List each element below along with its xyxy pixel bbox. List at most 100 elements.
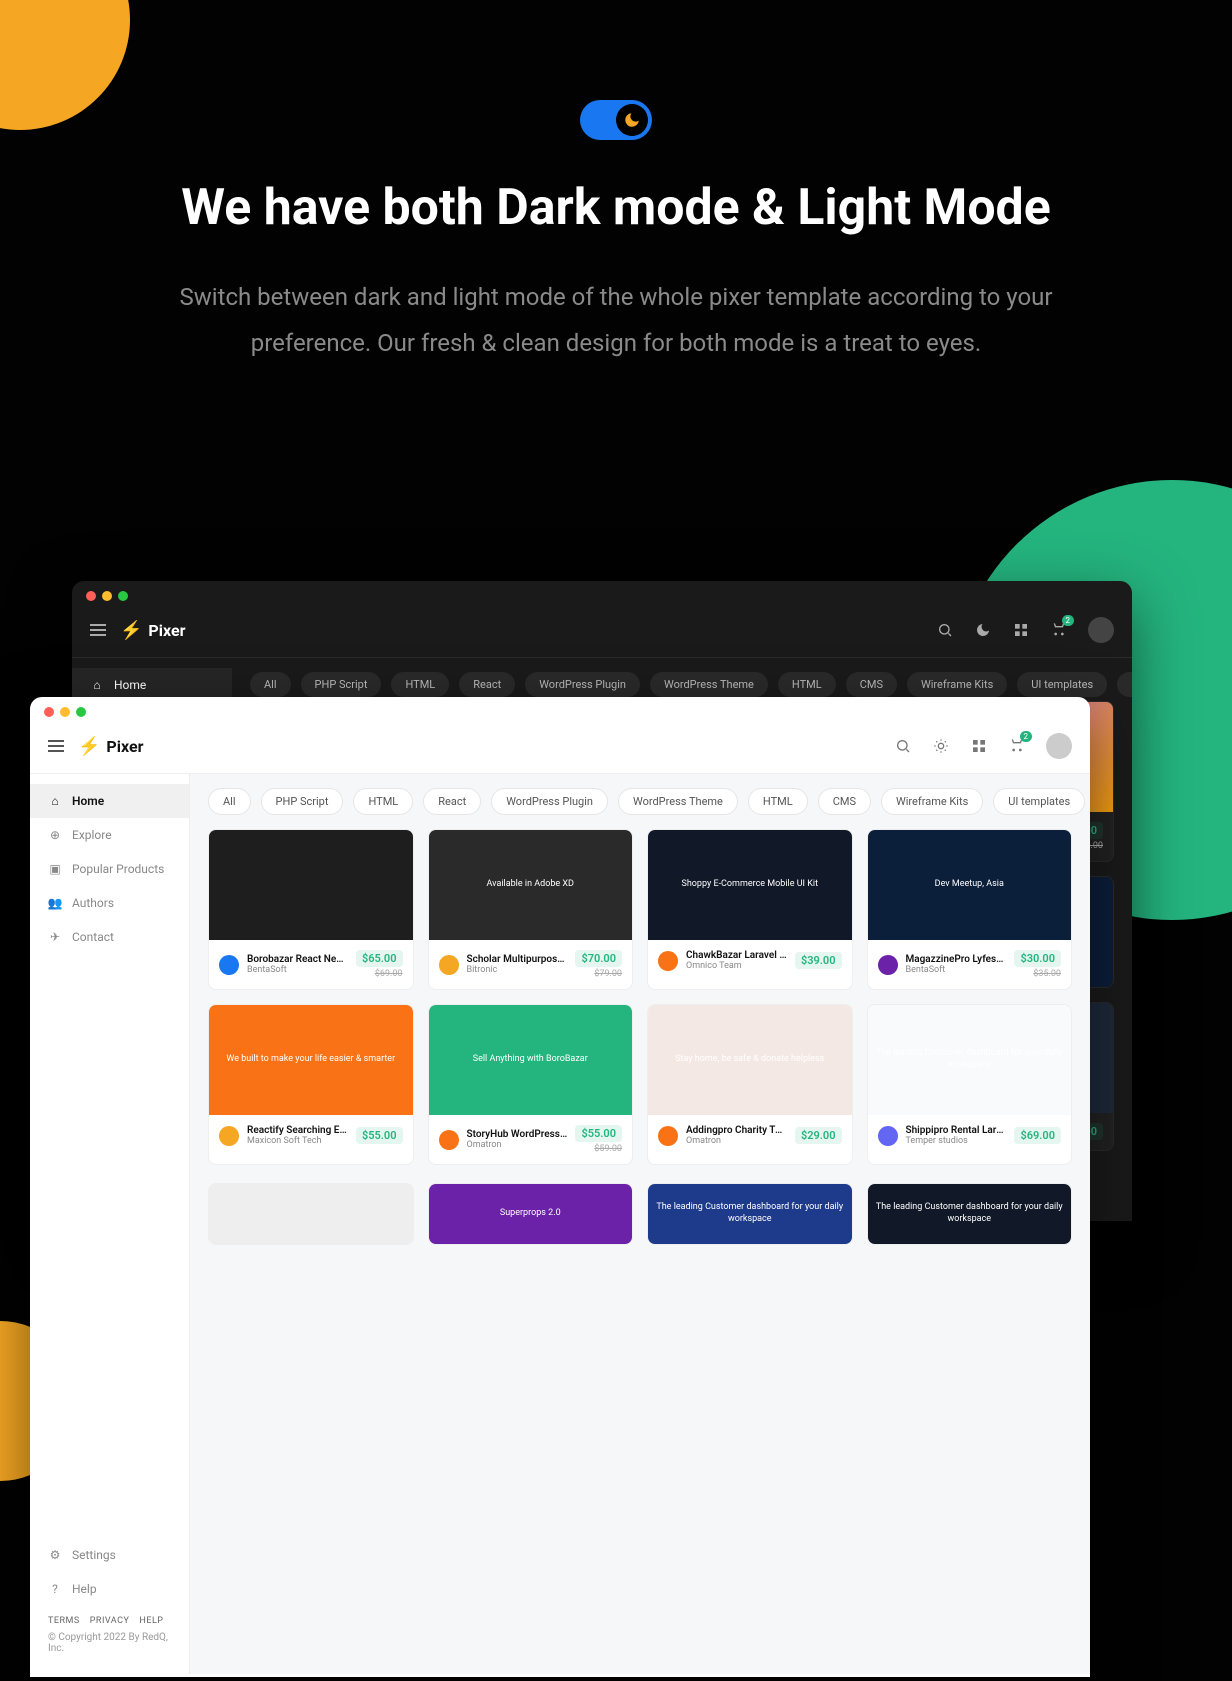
product-card[interactable]: The leading Customer dashboard for your …: [647, 1183, 853, 1245]
pill[interactable]: WordPress Theme: [618, 788, 738, 815]
pill[interactable]: WordPress Plugin: [525, 672, 640, 697]
search-icon[interactable]: [894, 737, 912, 755]
pill[interactable]: WordPress Plugin: [491, 788, 608, 815]
footer-terms-link[interactable]: TERMS: [48, 1616, 80, 1626]
window-controls: [72, 581, 1132, 611]
footer-privacy-link[interactable]: PRIVACY: [90, 1616, 130, 1626]
product-title: Shippipro Rental Laravel ...: [906, 1125, 1007, 1136]
bolt-icon: ⚡: [78, 736, 100, 757]
logo[interactable]: ⚡ Pixer: [120, 620, 185, 641]
sidebar-item-help[interactable]: ?Help: [30, 1572, 189, 1606]
product-thumb: [209, 1184, 413, 1244]
moon-icon[interactable]: [974, 621, 992, 639]
pill[interactable]: PHP Script: [301, 672, 382, 697]
product-card[interactable]: Dev Meetup, Asia MagazzinePro Lyfestyle …: [867, 829, 1073, 990]
subheadline: Switch between dark and light mode of th…: [0, 275, 1232, 366]
sidebar-item-label: Popular Products: [72, 862, 164, 876]
product-card[interactable]: Sell Anything with BoroBazar StoryHub Wo…: [428, 1004, 634, 1165]
pill[interactable]: Wireframe Kits: [881, 788, 983, 815]
product-card[interactable]: [208, 1183, 414, 1245]
window-min-dot[interactable]: [102, 591, 112, 601]
pill[interactable]: HTML: [778, 672, 836, 697]
product-price-was: $35.00: [1014, 969, 1061, 979]
grid-icon[interactable]: [970, 737, 988, 755]
pill[interactable]: WordPress Theme: [650, 672, 768, 697]
pill[interactable]: CMS: [818, 788, 871, 815]
thumb-caption: Sell Anything with BoroBazar: [473, 1054, 588, 1066]
bolt-icon: ⚡: [120, 620, 142, 641]
product-thumb: Sell Anything with BoroBazar: [429, 1005, 633, 1115]
product-card[interactable]: Shoppy E-Commerce Mobile UI Kit ChawkBaz…: [647, 829, 853, 990]
author-icon: [658, 1126, 678, 1146]
product-card[interactable]: Superprops 2.0: [428, 1183, 634, 1245]
window-max-dot[interactable]: [76, 707, 86, 717]
sidebar-item-settings[interactable]: ⚙ Settings: [30, 1538, 189, 1572]
pill[interactable]: Illustrations: [1117, 672, 1132, 697]
product-card[interactable]: We built to make your life easier & smar…: [208, 1004, 414, 1165]
app-windows-stack: ⚡ Pixer 2 ⌂Home ⊕Explore All PHP Script …: [0, 581, 1232, 1681]
cart-icon[interactable]: 2: [1050, 621, 1068, 639]
author-icon: [658, 951, 678, 971]
sidebar-item-authors[interactable]: 👥Authors: [30, 886, 189, 920]
topbar-light: ⚡ Pixer 2: [30, 727, 1090, 774]
gear-icon: ⚙: [48, 1548, 62, 1562]
product-author: Bitronic: [467, 965, 568, 975]
product-price: $70.00: [575, 950, 622, 967]
sidebar-light: ⌂Home ⊕Explore ▣Popular Products 👥Author…: [30, 774, 190, 1674]
sidebar-item-explore[interactable]: ⊕Explore: [30, 818, 189, 852]
sidebar-item-popular[interactable]: ▣Popular Products: [30, 852, 189, 886]
thumb-caption: The leading Customer dashboard for your …: [876, 1048, 1064, 1071]
pill[interactable]: All: [250, 672, 291, 697]
sidebar-item-label: Settings: [72, 1548, 116, 1562]
pill[interactable]: React: [423, 788, 481, 815]
pill[interactable]: React: [459, 672, 515, 697]
product-card[interactable]: Stay home, be safe & donate helpless Add…: [647, 1004, 853, 1165]
dark-mode-toggle[interactable]: [580, 100, 652, 140]
product-price: $30.00: [1014, 950, 1061, 967]
hamburger-button[interactable]: [48, 740, 64, 752]
pill[interactable]: PHP Script: [261, 788, 344, 815]
home-icon: ⌂: [90, 678, 104, 692]
window-min-dot[interactable]: [60, 707, 70, 717]
product-thumb: Available in Adobe XD: [429, 830, 633, 940]
pill[interactable]: UI templates: [993, 788, 1085, 815]
pill[interactable]: Wireframe Kits: [907, 672, 1007, 697]
thumb-caption: Dev Meetup, Asia: [935, 879, 1004, 891]
window-close-dot[interactable]: [44, 707, 54, 717]
pill[interactable]: HTML: [353, 788, 413, 815]
product-thumb: The leading Customer dashboard for your …: [648, 1184, 852, 1244]
footer-help-link[interactable]: HELP: [139, 1616, 163, 1626]
sidebar-item-contact[interactable]: ✈Contact: [30, 920, 189, 954]
compass-icon: ⊕: [48, 828, 62, 842]
hero-section: We have both Dark mode & Light Mode Swit…: [0, 0, 1232, 366]
window-close-dot[interactable]: [86, 591, 96, 601]
logo[interactable]: ⚡ Pixer: [78, 736, 143, 757]
thumb-caption: The leading Customer dashboard for your …: [656, 1202, 844, 1225]
product-thumb: We built to make your life easier & smar…: [209, 1005, 413, 1115]
product-author: Omatron: [467, 1140, 568, 1150]
cart-icon[interactable]: 2: [1008, 737, 1026, 755]
product-card[interactable]: The leading Customer dashboard for your …: [867, 1004, 1073, 1165]
moon-icon: [623, 111, 641, 129]
sun-icon[interactable]: [932, 737, 950, 755]
thumb-caption: Available in Adobe XD: [487, 879, 574, 891]
sidebar-item-home[interactable]: ⌂Home: [30, 784, 189, 818]
product-card[interactable]: Borobazar React Next Gr... BentaSoft $65…: [208, 829, 414, 990]
product-card[interactable]: The leading Customer dashboard for your …: [867, 1183, 1073, 1245]
pill[interactable]: HTML: [748, 788, 808, 815]
pill[interactable]: All: [208, 788, 251, 815]
pill[interactable]: UI templates: [1017, 672, 1107, 697]
avatar[interactable]: [1046, 733, 1072, 759]
product-title: ChawkBazar Laravel Flut...: [686, 950, 787, 961]
avatar[interactable]: [1088, 617, 1114, 643]
grid-icon[interactable]: [1012, 621, 1030, 639]
product-thumb: Shoppy E-Commerce Mobile UI Kit: [648, 830, 852, 940]
pill[interactable]: CMS: [846, 672, 897, 697]
window-max-dot[interactable]: [118, 591, 128, 601]
pill[interactable]: HTML: [391, 672, 449, 697]
product-card[interactable]: Available in Adobe XD Scholar Multipurpo…: [428, 829, 634, 990]
search-icon[interactable]: [936, 621, 954, 639]
sidebar-item-label: Authors: [72, 896, 114, 910]
author-icon: [439, 1130, 459, 1150]
hamburger-button[interactable]: [90, 624, 106, 636]
